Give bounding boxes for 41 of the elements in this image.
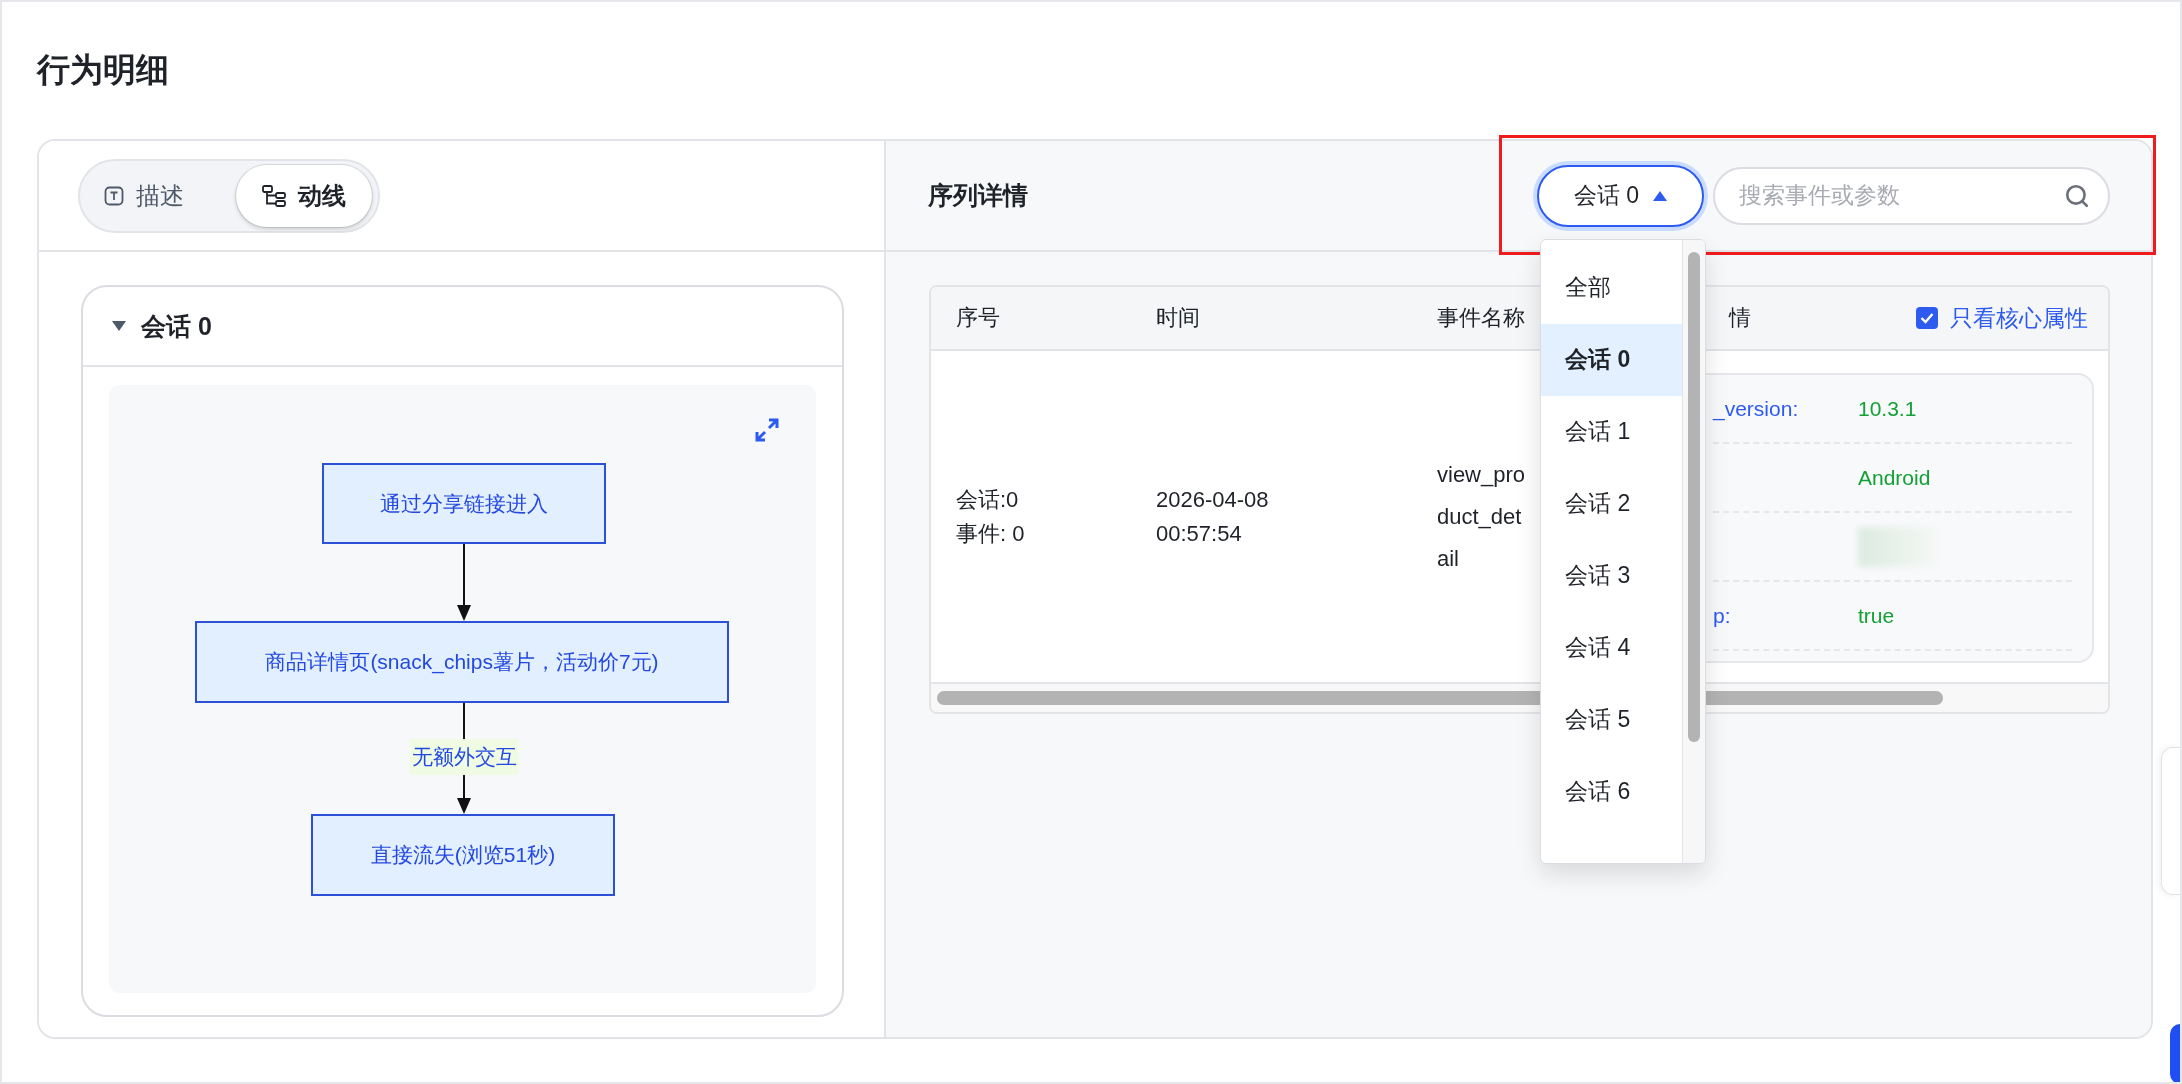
checkbox-label[interactable]: 只看核心属性 [1950, 302, 2088, 334]
dropdown-option[interactable]: 会话 6 [1541, 755, 1682, 828]
property-value: true [1858, 603, 1895, 628]
property-value: 10.3.1 [1858, 396, 1917, 421]
caret-icon [1653, 190, 1668, 201]
page-title: 行为明细 [37, 50, 169, 90]
edge-label: 无额外交互 [409, 738, 519, 775]
session-header[interactable]: 会话 0 [83, 287, 842, 367]
table-cell-text: 会话:0 事件: 0 [956, 485, 1026, 548]
flow-node: 商品详情页(snack_chips薯片，活动价7元) [195, 621, 729, 703]
floating-button[interactable] [2170, 1024, 2180, 1082]
hierarchy-icon [262, 184, 286, 207]
checkmark-icon [1920, 312, 1934, 324]
caret-icon [111, 320, 127, 332]
view-tab[interactable]: 动线 [236, 164, 372, 227]
dropdown-option[interactable]: 会话 2 [1541, 467, 1682, 540]
search-field[interactable]: 搜索事件或参数 [1713, 166, 2110, 225]
dropdown-option[interactable]: 会话 4 [1541, 611, 1682, 684]
property-value: Android [1858, 465, 1931, 490]
dropdown-option[interactable]: 会话 3 [1541, 539, 1682, 612]
flow-node: 通过分享链接进入 [322, 463, 606, 544]
flow-node: 直接流失(浏览51秒) [311, 814, 615, 896]
panel-title: 序列详情 [928, 180, 1028, 211]
property-key: _version: [1713, 396, 1858, 421]
search-icon [2064, 182, 2090, 209]
property-key: p: [1713, 603, 1858, 628]
view-tab[interactable]: 描述 [104, 164, 210, 227]
column-header: 事件名称 [1437, 304, 1526, 332]
text-icon [104, 185, 124, 206]
table-cell-text: 2026-04-08 00:57:54 [1156, 485, 1270, 548]
scrollbar-thumb[interactable] [1688, 251, 1700, 742]
dropdown-option[interactable]: 会话 0 [1541, 323, 1682, 396]
dropdown-option[interactable]: 会话 5 [1541, 683, 1682, 756]
dropdown-option[interactable]: 全部 [1541, 251, 1682, 324]
checkbox[interactable] [1916, 307, 1938, 329]
expand-icon[interactable] [754, 417, 780, 443]
column-header: 时间 [1156, 304, 1201, 332]
column-header: 情 [1729, 304, 1751, 332]
column-header: 序号 [956, 304, 1001, 332]
table-cell-text: view_product_detail [1437, 460, 1527, 573]
dropdown-option[interactable]: 会话 1 [1541, 395, 1682, 468]
